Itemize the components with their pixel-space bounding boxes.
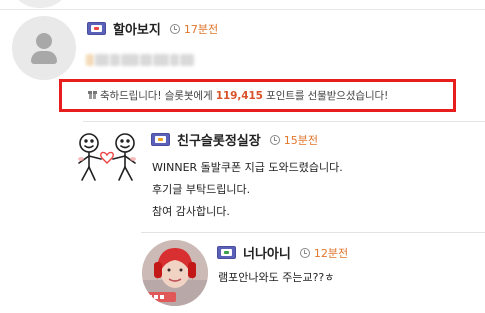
previous-comment-edge: [0, 0, 485, 8]
level-badge-icon: [87, 22, 106, 35]
avatar[interactable]: [73, 129, 143, 185]
stick-figures-heart-icon: [78, 133, 136, 181]
comment-body: 램포안나와도 주는교??ㅎ: [218, 267, 334, 289]
gift-notice: 축하드립니다! 슬롯봇에게 119,415 포인트를 선물받으셨습니다!: [59, 79, 456, 112]
photo-avatar: [142, 240, 208, 306]
clock-icon: [299, 247, 310, 258]
clock-icon: [269, 134, 280, 145]
gift-message: 축하드립니다! 슬롯봇에게 119,415 포인트를 선물받으셨습니다!: [100, 88, 388, 103]
comment-header: 할아보지 17분전: [87, 19, 218, 38]
comment-line: 후기글 부탁드립니다.: [152, 183, 251, 196]
clock-icon: [169, 23, 180, 34]
default-person-icon: [12, 16, 76, 80]
blurred-comment-text: [86, 54, 196, 66]
timestamp: 17분전: [183, 22, 219, 36]
nickname[interactable]: 친구슬롯정실장: [177, 130, 261, 149]
comment-reply: 친구슬롯정실장 15분전 WINNER 돌발쿠폰 지급 도와드렸습니다. 후기글…: [0, 122, 485, 232]
level-badge-icon: [151, 133, 170, 146]
comment-line: WINNER 돌발쿠폰 지급 도와드렸습니다.: [152, 161, 343, 174]
gift-icon: [88, 90, 97, 99]
comment-header: 너나아니 12분전: [217, 243, 348, 262]
timestamp: 15분전: [283, 133, 318, 147]
nickname[interactable]: 할아보지: [113, 19, 161, 38]
comment-reply: 너나아니 12분전 램포안나와도 주는교??ㅎ: [0, 233, 485, 313]
nickname[interactable]: 너나아니: [243, 243, 291, 262]
avatar[interactable]: [142, 240, 208, 306]
gift-suffix: 포인트를 선물받으셨습니다!: [266, 90, 389, 102]
comment-body: WINNER 돌발쿠폰 지급 도와드렸습니다. 후기글 부탁드립니다. 참여 감…: [152, 157, 343, 223]
comment-line: 참여 감사합니다.: [152, 205, 230, 218]
level-badge-icon: [217, 246, 236, 259]
comment-line: 램포안나와도 주는교??ㅎ: [218, 271, 335, 284]
gift-prefix: 축하드립니다! 슬롯봇에게: [100, 90, 213, 102]
previous-avatar: [12, 0, 68, 8]
avatar[interactable]: [12, 16, 76, 80]
comment-header: 친구슬롯정실장 15분전: [151, 130, 318, 149]
gift-points: 119,415: [215, 90, 263, 102]
comment-item: 할아보지 17분전 축하드립니다! 슬롯봇에게 119,415 포인트를 선물받…: [0, 10, 485, 120]
timestamp: 12분전: [313, 246, 349, 260]
